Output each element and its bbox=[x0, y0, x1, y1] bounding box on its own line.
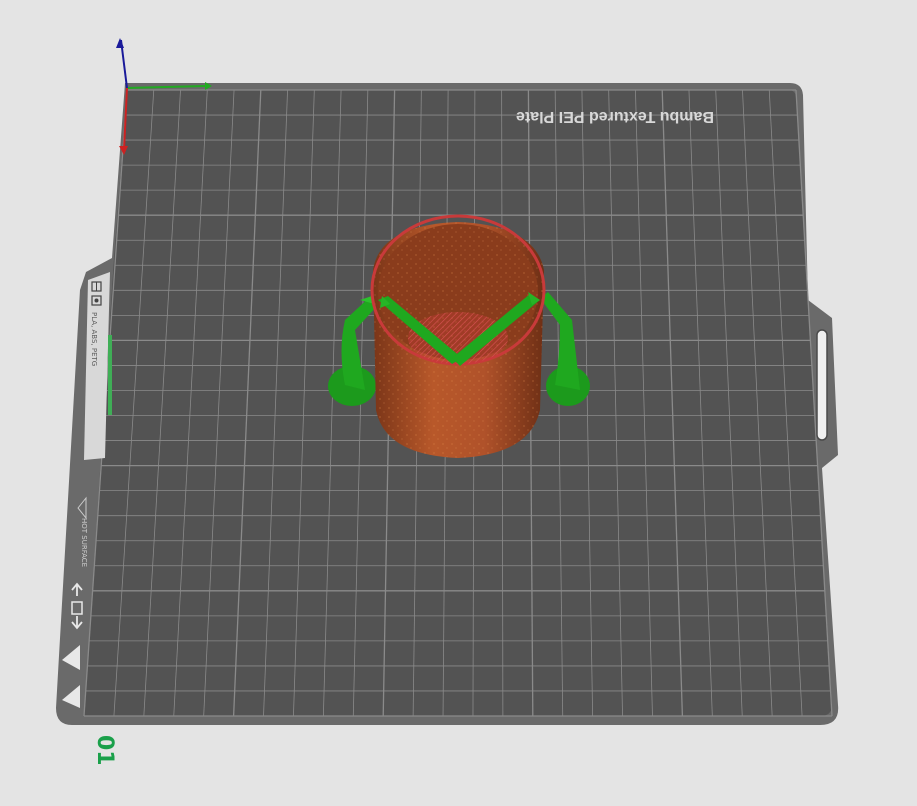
3d-viewport[interactable]: Bambu Textured PEI Plate PLA, ABS, PETG … bbox=[0, 0, 917, 806]
plate-title: Bambu Textured PEI Plate bbox=[516, 108, 714, 125]
plate-handle-slot bbox=[816, 329, 828, 441]
sidebar-warning-text: HOT SURFACE bbox=[80, 518, 88, 567]
sidebar-filament-text: PLA, ABS, PETG bbox=[90, 312, 98, 366]
plate-number: 01 bbox=[92, 735, 117, 766]
